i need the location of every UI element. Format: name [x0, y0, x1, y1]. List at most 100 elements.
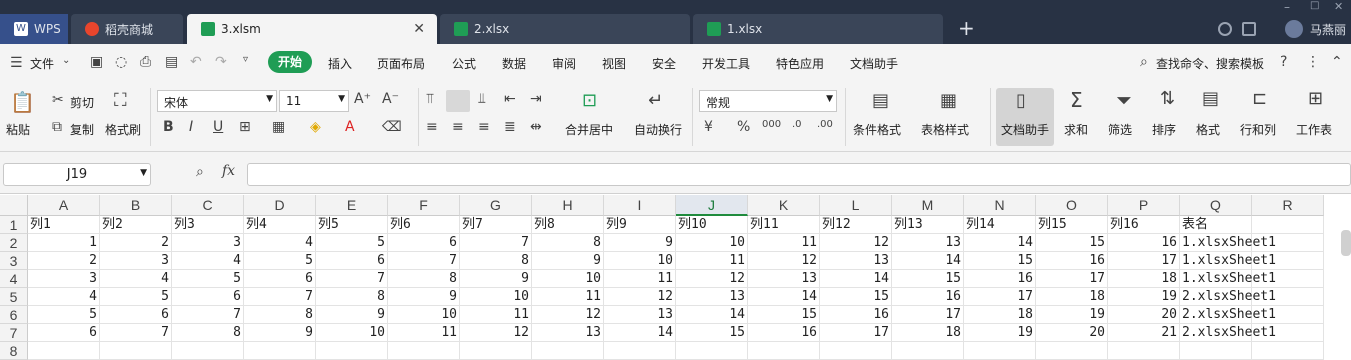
menu-file[interactable]: 文件	[30, 55, 54, 72]
table-cell[interactable]: 14	[892, 252, 964, 270]
merge-icon[interactable]: ⊡	[582, 90, 597, 111]
menu-view[interactable]: 视图	[602, 55, 626, 72]
tab-1-xlsx[interactable]: 1.xlsx	[693, 14, 943, 44]
table-cell[interactable]: 2	[28, 252, 100, 270]
table-cell[interactable]: 4	[100, 270, 172, 288]
hamburger-icon[interactable]: ☰	[10, 55, 23, 71]
table-cell[interactable]	[964, 342, 1036, 360]
table-cell[interactable]: 9	[244, 324, 316, 342]
table-cell[interactable]: 1.xlsxSheet1	[1180, 252, 1276, 270]
table-cell[interactable]: 列2	[100, 216, 172, 234]
table-cell[interactable]: 表名	[1180, 216, 1252, 234]
table-cell[interactable]: 6	[244, 270, 316, 288]
table-cell[interactable]: 14	[964, 234, 1036, 252]
column-header-R[interactable]: R	[1252, 195, 1324, 216]
percent-icon[interactable]: %	[737, 119, 750, 135]
window-close-icon[interactable]: ✕	[1334, 0, 1343, 13]
row-col-icon[interactable]: ⊏	[1252, 88, 1267, 109]
table-cell[interactable]: 9	[316, 306, 388, 324]
table-cell[interactable]: 18	[1036, 288, 1108, 306]
table-cell[interactable]: 列11	[748, 216, 820, 234]
table-cell[interactable]: 8	[172, 324, 244, 342]
row-col-button[interactable]: 行和列	[1240, 121, 1276, 138]
column-header-H[interactable]: H	[532, 195, 604, 216]
table-cell[interactable]: 1.xlsxSheet1	[1180, 270, 1276, 288]
table-cell[interactable]: 列14	[964, 216, 1036, 234]
table-cell[interactable]	[316, 342, 388, 360]
table-cell[interactable]: 12	[676, 270, 748, 288]
column-header-E[interactable]: E	[316, 195, 388, 216]
table-cell[interactable]: 列15	[1036, 216, 1108, 234]
indent-increase-icon[interactable]: ⇥	[530, 91, 542, 107]
column-header-I[interactable]: I	[604, 195, 676, 216]
table-cell[interactable]: 10	[460, 288, 532, 306]
table-cell[interactable]	[1252, 288, 1324, 306]
table-cell[interactable]: 列3	[172, 216, 244, 234]
maximize-icon[interactable]: □	[1310, 0, 1319, 11]
table-cell[interactable]	[532, 342, 604, 360]
font-shrink-icon[interactable]: A⁻	[382, 91, 399, 107]
table-cell[interactable]: 8	[388, 270, 460, 288]
table-cell[interactable]: 11	[532, 288, 604, 306]
table-cell[interactable]: 10	[316, 324, 388, 342]
table-cell[interactable]: 列5	[316, 216, 388, 234]
menu-formula[interactable]: 公式	[452, 55, 476, 72]
table-cell[interactable]: 10	[604, 252, 676, 270]
table-cell[interactable]: 20	[1036, 324, 1108, 342]
table-cell[interactable]: 9	[460, 270, 532, 288]
menu-security[interactable]: 安全	[652, 55, 676, 72]
minimize-icon[interactable]: –	[1284, 0, 1290, 14]
table-cell[interactable]: 列10	[676, 216, 748, 234]
tab-3-xlsm[interactable]: 3.xlsm ✕	[187, 14, 437, 44]
font-color-icon[interactable]: A	[345, 119, 355, 135]
wrap-button[interactable]: 自动换行	[634, 121, 682, 138]
row-header-8[interactable]: 8	[0, 342, 28, 360]
table-cell[interactable]: 19	[964, 324, 1036, 342]
search-command[interactable]: 查找命令、搜索模板	[1156, 55, 1264, 72]
justify-icon[interactable]: ≣	[504, 119, 516, 135]
share-icon[interactable]	[1218, 22, 1232, 36]
wrap-icon[interactable]: ↵	[648, 90, 663, 111]
table-cell[interactable]: 5	[316, 234, 388, 252]
format-icon[interactable]: ▤	[1202, 88, 1219, 109]
table-cell[interactable]	[1252, 216, 1324, 234]
avatar[interactable]	[1285, 20, 1303, 38]
table-cell[interactable]: 13	[532, 324, 604, 342]
fx-icon[interactable]: fx	[222, 163, 235, 179]
table-cell[interactable]	[100, 342, 172, 360]
table-cell[interactable]: 15	[676, 324, 748, 342]
table-cell[interactable]: 6	[388, 234, 460, 252]
table-cell[interactable]: 13	[748, 270, 820, 288]
table-cell[interactable]: 13	[820, 252, 892, 270]
table-cell[interactable]: 9	[532, 252, 604, 270]
table-cell[interactable]: 8	[244, 306, 316, 324]
table-cell[interactable]	[460, 342, 532, 360]
table-cell[interactable]: 18	[1108, 270, 1180, 288]
table-cell[interactable]: 19	[1036, 306, 1108, 324]
fill-style-icon[interactable]: ▦	[272, 119, 285, 135]
table-cell[interactable]: 17	[820, 324, 892, 342]
column-header-B[interactable]: B	[100, 195, 172, 216]
align-center-icon[interactable]: ≡	[452, 119, 464, 135]
help-icon[interactable]: ?	[1280, 54, 1287, 70]
column-header-F[interactable]: F	[388, 195, 460, 216]
table-cell[interactable]	[28, 342, 100, 360]
table-cell[interactable]: 6	[172, 288, 244, 306]
worksheet-button[interactable]: 工作表	[1296, 121, 1332, 138]
table-cell[interactable]: 12	[604, 288, 676, 306]
table-cell[interactable]: 11	[388, 324, 460, 342]
table-cell[interactable]: 13	[892, 234, 964, 252]
cut-button[interactable]: 剪切	[70, 94, 94, 111]
menu-page-layout[interactable]: 页面布局	[377, 55, 425, 72]
table-style-icon[interactable]: ▦	[940, 90, 957, 111]
table-cell[interactable]: 列1	[28, 216, 100, 234]
table-cell[interactable]: 15	[820, 288, 892, 306]
table-cell[interactable]: 4	[28, 288, 100, 306]
table-cell[interactable]: 2	[100, 234, 172, 252]
table-cell[interactable]: 8	[532, 234, 604, 252]
table-cell[interactable]: 16	[1036, 252, 1108, 270]
menu-developer[interactable]: 开发工具	[702, 55, 750, 72]
scissors-icon[interactable]: ✂	[52, 92, 64, 108]
table-cell[interactable]	[1252, 324, 1324, 342]
table-cell[interactable]: 11	[748, 234, 820, 252]
